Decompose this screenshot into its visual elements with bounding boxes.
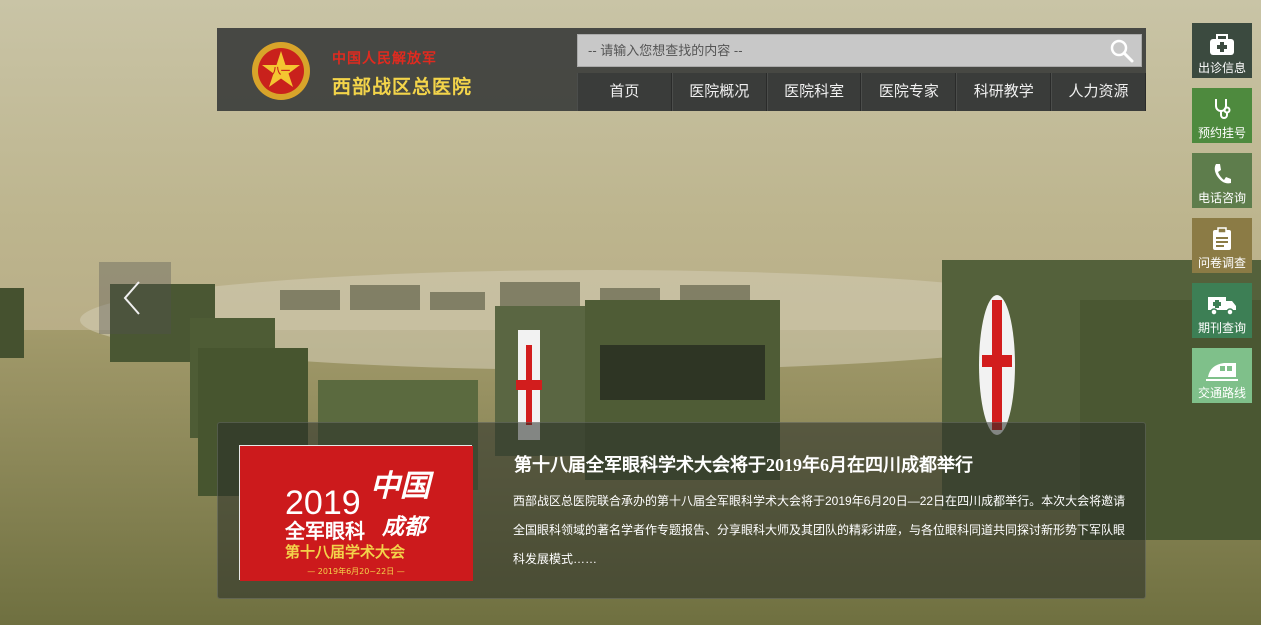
- pla-emblem-logo[interactable]: 八一: [251, 41, 311, 101]
- side-item-label: 期刊查询: [1197, 321, 1246, 335]
- side-item-label: 电话咨询: [1197, 191, 1246, 205]
- nav-item-overview[interactable]: 医院概况: [671, 73, 767, 111]
- svg-text:八一: 八一: [271, 66, 290, 77]
- search-box: [577, 34, 1142, 67]
- nav-item-hr[interactable]: 人力资源: [1051, 73, 1146, 111]
- side-item-label: 预约挂号: [1197, 126, 1246, 140]
- side-item-label: 问卷调查: [1197, 256, 1246, 270]
- search-icon: [1110, 39, 1134, 63]
- thumb-calligraphy-chengdu: 成都: [381, 514, 430, 540]
- main-nav: 首页 医院概况 医院科室 医院专家 科研教学 人力资源: [577, 73, 1146, 111]
- chevron-left-icon: [123, 281, 140, 315]
- train-icon: [1206, 363, 1238, 381]
- thumb-date: — 2019年6月20~22日 —: [307, 566, 405, 576]
- thumb-line1: 全军眼科: [284, 519, 365, 543]
- news-thumbnail[interactable]: 2019 中国 成都 全军眼科 第十八届学术大会 — 2019年6月20~22日…: [239, 445, 473, 581]
- search-button[interactable]: [1109, 38, 1135, 64]
- ambulance-icon: [1208, 297, 1236, 316]
- nav-item-home[interactable]: 首页: [577, 73, 672, 111]
- thumb-line2: 第十八届学术大会: [285, 543, 405, 561]
- search-input[interactable]: [578, 35, 1098, 66]
- slider-prev-button[interactable]: [99, 262, 171, 334]
- nav-item-experts[interactable]: 医院专家: [861, 73, 957, 111]
- nav-item-departments[interactable]: 医院科室: [766, 73, 862, 111]
- clipboard-icon: [1213, 227, 1231, 250]
- side-item-label: 交通路线: [1197, 386, 1246, 400]
- featured-news-card: 2019 中国 成都 全军眼科 第十八届学术大会 — 2019年6月20~22日…: [217, 422, 1146, 599]
- side-toolbar: 出诊信息 预约挂号 电话咨询 问卷调查 期刊查询 交通路线: [1192, 23, 1252, 413]
- logo-subtitle: 中国人民解放军: [332, 50, 437, 66]
- side-item-transport[interactable]: 交通路线: [1192, 348, 1252, 403]
- side-item-appointment[interactable]: 预约挂号: [1192, 88, 1252, 143]
- side-item-clinic-info[interactable]: 出诊信息: [1192, 23, 1252, 78]
- news-title[interactable]: 第十八届全军眼科学术大会将于2019年6月在四川成都举行: [514, 451, 973, 477]
- thumb-calligraphy-china: 中国: [370, 469, 435, 504]
- site-header: 八一 中国人民解放军 西部战区总医院 首页 医院概况 医院科室 医院专家 科研教…: [217, 28, 1146, 111]
- phone-icon: [1214, 164, 1231, 184]
- medical-kit-icon: [1210, 34, 1234, 55]
- side-item-label: 出诊信息: [1197, 61, 1246, 75]
- thumb-year: 2019: [285, 484, 361, 522]
- news-description: 西部战区总医院联合承办的第十八届全军眼科学术大会将于2019年6月20日—22日…: [513, 494, 1126, 566]
- stethoscope-icon: [1215, 99, 1231, 119]
- side-item-survey[interactable]: 问卷调查: [1192, 218, 1252, 273]
- nav-item-research[interactable]: 科研教学: [956, 73, 1052, 111]
- side-item-phone[interactable]: 电话咨询: [1192, 153, 1252, 208]
- side-item-journal[interactable]: 期刊查询: [1192, 283, 1252, 338]
- hospital-name[interactable]: 西部战区总医院: [332, 72, 472, 99]
